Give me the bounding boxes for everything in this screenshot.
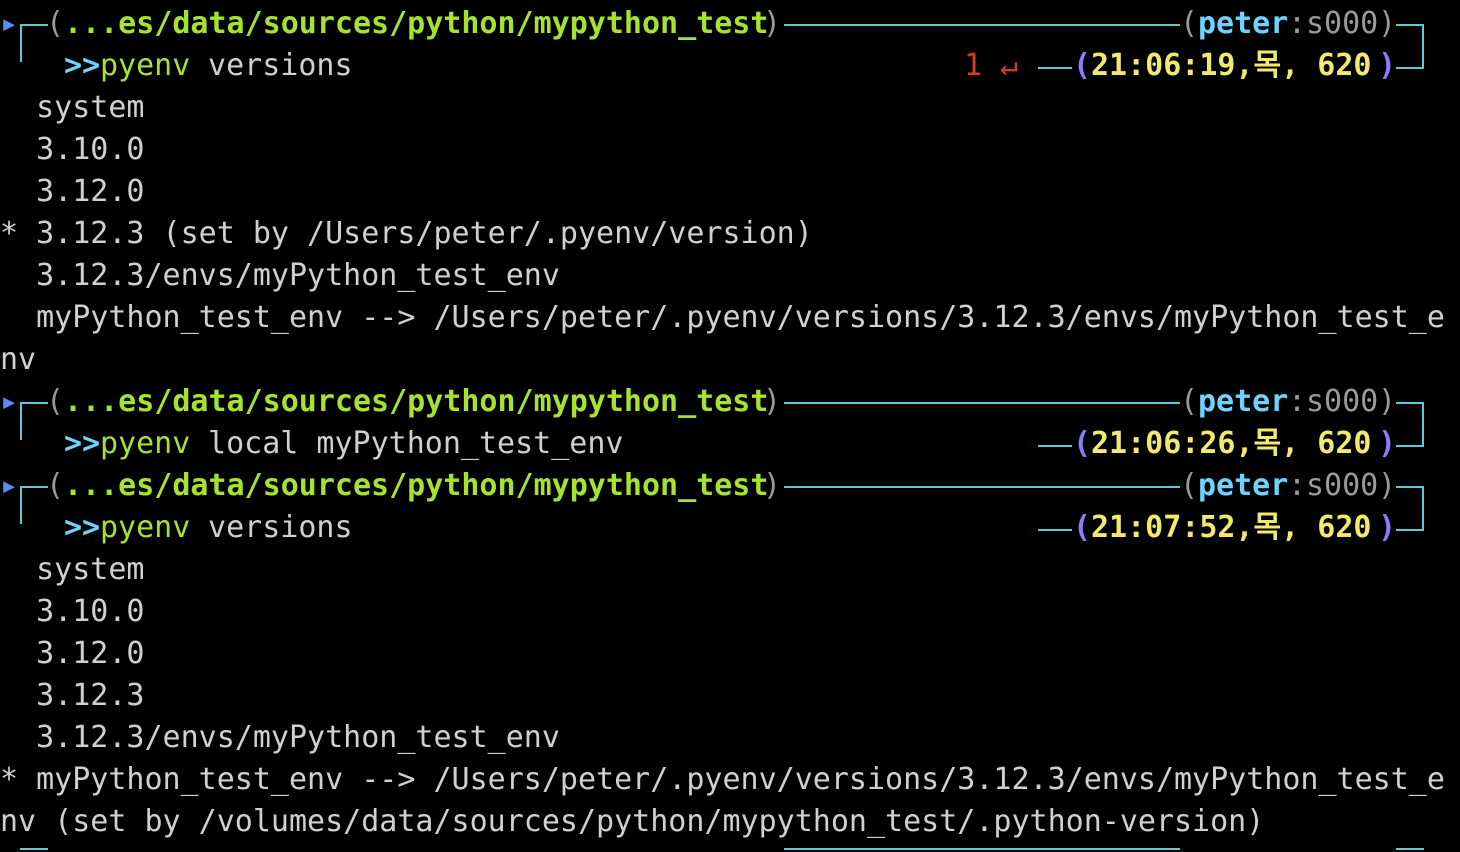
output-line: 3.12.3/envs/myPython_test_env — [0, 720, 560, 755]
paren-close: ) — [763, 6, 782, 41]
paren-open: ( — [1073, 48, 1092, 83]
user-name: peter — [1198, 6, 1289, 41]
frame-line — [1396, 486, 1424, 488]
frame-line — [784, 486, 1180, 488]
paren-open: ( — [46, 468, 65, 503]
frame-line — [20, 848, 48, 850]
frame-line — [784, 402, 1180, 404]
output-line: * myPython_test_env --> /Users/peter/.py… — [0, 762, 1445, 797]
prompt-chevron: >> — [64, 48, 101, 83]
output-line: system — [0, 90, 145, 125]
output-line: 3.12.3/envs/myPython_test_env — [0, 258, 560, 293]
command-name: pyenv — [100, 48, 191, 83]
colon: : — [1288, 6, 1307, 41]
prompt-line-top: ▸ ( ...es/data/sources/python/mypython_t… — [0, 381, 1460, 423]
frame-line — [1038, 445, 1072, 447]
exit-code: 1 ↵ — [964, 48, 1019, 83]
prompt-line-bottom: >> pyenv versions ( 21:07:52,목, 620 ) — [0, 507, 1460, 549]
user-name: peter — [1198, 384, 1289, 419]
paren-open: ( — [1073, 426, 1092, 461]
frame-line — [784, 848, 1180, 850]
tty-name: s000 — [1306, 468, 1379, 503]
output-line: * 3.12.3 (set by /Users/peter/.pyenv/ver… — [0, 216, 813, 251]
frame-line — [1396, 24, 1424, 26]
cwd-path: ...es/data/sources/python/mypython_test — [64, 384, 769, 419]
colon: : — [1288, 468, 1307, 503]
prompt-marker-icon: ▸ — [0, 384, 19, 419]
output-line: nv — [0, 342, 37, 377]
paren-close: ) — [763, 468, 782, 503]
prompt-line-bottom: >> pyenv local myPython_test_env ( 21:06… — [0, 423, 1460, 465]
frame-line — [1396, 848, 1424, 850]
frame-line — [1038, 67, 1072, 69]
paren-close: ) — [1378, 48, 1397, 83]
prompt-marker-icon: ▸ — [0, 468, 19, 503]
prompt-marker-icon: ▸ — [0, 6, 19, 41]
frame-line — [1396, 402, 1424, 404]
prompt-line-top: ▸ ( ...es/data/sources/python/mypython_t… — [0, 465, 1460, 507]
paren-open: ( — [1180, 6, 1199, 41]
output-line: 3.12.0 — [0, 636, 145, 671]
prompt-chevron: >> — [64, 510, 101, 545]
prompt-line-bottom: >> pyenv versions 1 ↵ ( 21:06:19,목, 620 … — [0, 45, 1460, 87]
paren-close: ) — [1378, 384, 1397, 419]
timestamp: 21:07:52,목, 620 — [1091, 510, 1372, 545]
prompt-line-top: ▸ ( ...es/data/sources/python/mypython_t… — [0, 3, 1460, 45]
terminal-window[interactable]: ▸ ( ...es/data/sources/python/mypython_t… — [0, 0, 1460, 852]
output-line: 3.12.0 — [0, 174, 145, 209]
frame-line — [784, 24, 1180, 26]
paren-open: ( — [1180, 384, 1199, 419]
frame-line — [1038, 529, 1072, 531]
paren-open: ( — [1073, 510, 1092, 545]
prompt-chevron: >> — [64, 426, 101, 461]
colon: : — [1288, 384, 1307, 419]
cwd-path: ...es/data/sources/python/mypython_test — [64, 6, 769, 41]
frame-line — [20, 24, 48, 26]
tty-name: s000 — [1306, 384, 1379, 419]
command-args: versions — [190, 510, 353, 545]
paren-open: ( — [46, 384, 65, 419]
output-line: 3.12.3 — [0, 678, 145, 713]
timestamp: 21:06:26,목, 620 — [1091, 426, 1372, 461]
cwd-path: ...es/data/sources/python/mypython_test — [64, 468, 769, 503]
paren-close: ) — [1378, 510, 1397, 545]
paren-open: ( — [46, 6, 65, 41]
output-line: 3.10.0 — [0, 594, 145, 629]
frame-line — [20, 402, 48, 404]
output-line: system — [0, 552, 145, 587]
paren-open: ( — [1180, 468, 1199, 503]
timestamp: 21:06:19,목, 620 — [1091, 48, 1372, 83]
command-name: pyenv — [100, 426, 191, 461]
user-name: peter — [1198, 468, 1289, 503]
paren-close: ) — [763, 384, 782, 419]
frame-line — [20, 486, 48, 488]
command-args: local myPython_test_env — [190, 426, 624, 461]
command-args: versions — [190, 48, 353, 83]
paren-close: ) — [1378, 468, 1397, 503]
output-line: nv (set by /volumes/data/sources/python/… — [0, 804, 1265, 839]
output-line: myPython_test_env --> /Users/peter/.pyen… — [0, 300, 1445, 335]
output-line: 3.10.0 — [0, 132, 145, 167]
paren-close: ) — [1378, 426, 1397, 461]
tty-name: s000 — [1306, 6, 1379, 41]
command-name: pyenv — [100, 510, 191, 545]
paren-close: ) — [1378, 6, 1397, 41]
